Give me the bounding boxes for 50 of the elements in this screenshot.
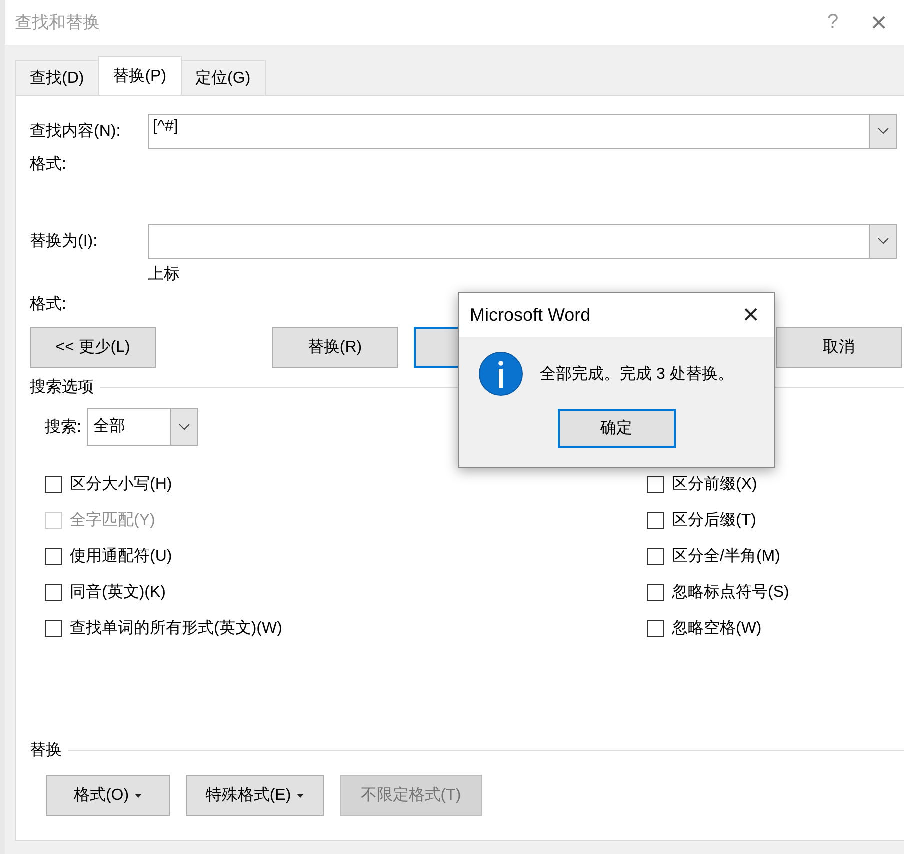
- tab[interactable]: 查找(D): [15, 60, 100, 95]
- checkbox[interactable]: [45, 476, 62, 492]
- combo-field[interactable]: [^#]: [148, 114, 897, 148]
- button[interactable]: << 更少(L): [30, 327, 156, 368]
- checkbox-label: 区分全/半角(M): [672, 546, 780, 566]
- replace-label: 替换为(I):: [30, 232, 99, 252]
- checkbox[interactable]: [45, 584, 62, 600]
- tab[interactable]: 定位(G): [180, 60, 266, 95]
- checkbox[interactable]: [647, 548, 664, 564]
- format-label: 格式:: [30, 154, 68, 174]
- dialog-title: Microsoft Word: [470, 304, 592, 326]
- search-label: 搜索:: [45, 418, 82, 438]
- checkbox-label: 使用通配符(U): [70, 546, 172, 566]
- checkbox[interactable]: [647, 584, 664, 600]
- window-title: 查找和替换: [15, 12, 101, 34]
- checkbox-label: 查找单词的所有形式(英文)(W): [70, 618, 282, 638]
- button[interactable]: 替换(R): [272, 327, 398, 368]
- tab[interactable]: 替换(P): [98, 56, 182, 95]
- chevron-down-icon: [878, 128, 888, 134]
- combo-field[interactable]: [148, 224, 897, 258]
- chevron-down-icon: [178, 424, 190, 430]
- close-button[interactable]: ×: [856, 2, 902, 42]
- checkbox-label: 全字匹配(Y): [70, 510, 156, 530]
- search-select[interactable]: 全部: [87, 408, 198, 446]
- checkbox-label: 区分后缀(T): [672, 510, 756, 530]
- chevron-down-icon: [878, 238, 888, 244]
- checkbox[interactable]: [45, 620, 62, 636]
- format-value: 上标: [148, 264, 180, 284]
- section-title: 搜索选项: [30, 378, 94, 398]
- checkbox[interactable]: [647, 620, 664, 636]
- dialog-message: 全部完成。完成 3 处替换。: [540, 364, 734, 384]
- caret-icon: [135, 794, 142, 798]
- checkbox-label: 忽略标点符号(S): [672, 582, 790, 602]
- checkbox-label: 区分大小写(H): [70, 474, 172, 494]
- ok-button[interactable]: 确定: [558, 409, 676, 448]
- find-label: 查找内容(N):: [30, 122, 122, 142]
- button[interactable]: 格式(O): [46, 775, 170, 816]
- section-title: 替换: [30, 740, 62, 760]
- caret-icon: [297, 794, 304, 798]
- checkbox[interactable]: [647, 476, 664, 492]
- checkbox-label: 区分前缀(X): [672, 474, 758, 494]
- checkbox-label: 同音(英文)(K): [70, 582, 166, 602]
- format-label: 格式:: [30, 294, 68, 314]
- checkbox[interactable]: [45, 548, 62, 564]
- button[interactable]: 特殊格式(E): [186, 775, 324, 816]
- close-button[interactable]: ×: [728, 295, 774, 335]
- info-icon: [479, 352, 523, 396]
- button[interactable]: 取消: [776, 327, 902, 368]
- checkbox[interactable]: [647, 512, 664, 528]
- checkbox-label: 忽略空格(W): [672, 618, 762, 638]
